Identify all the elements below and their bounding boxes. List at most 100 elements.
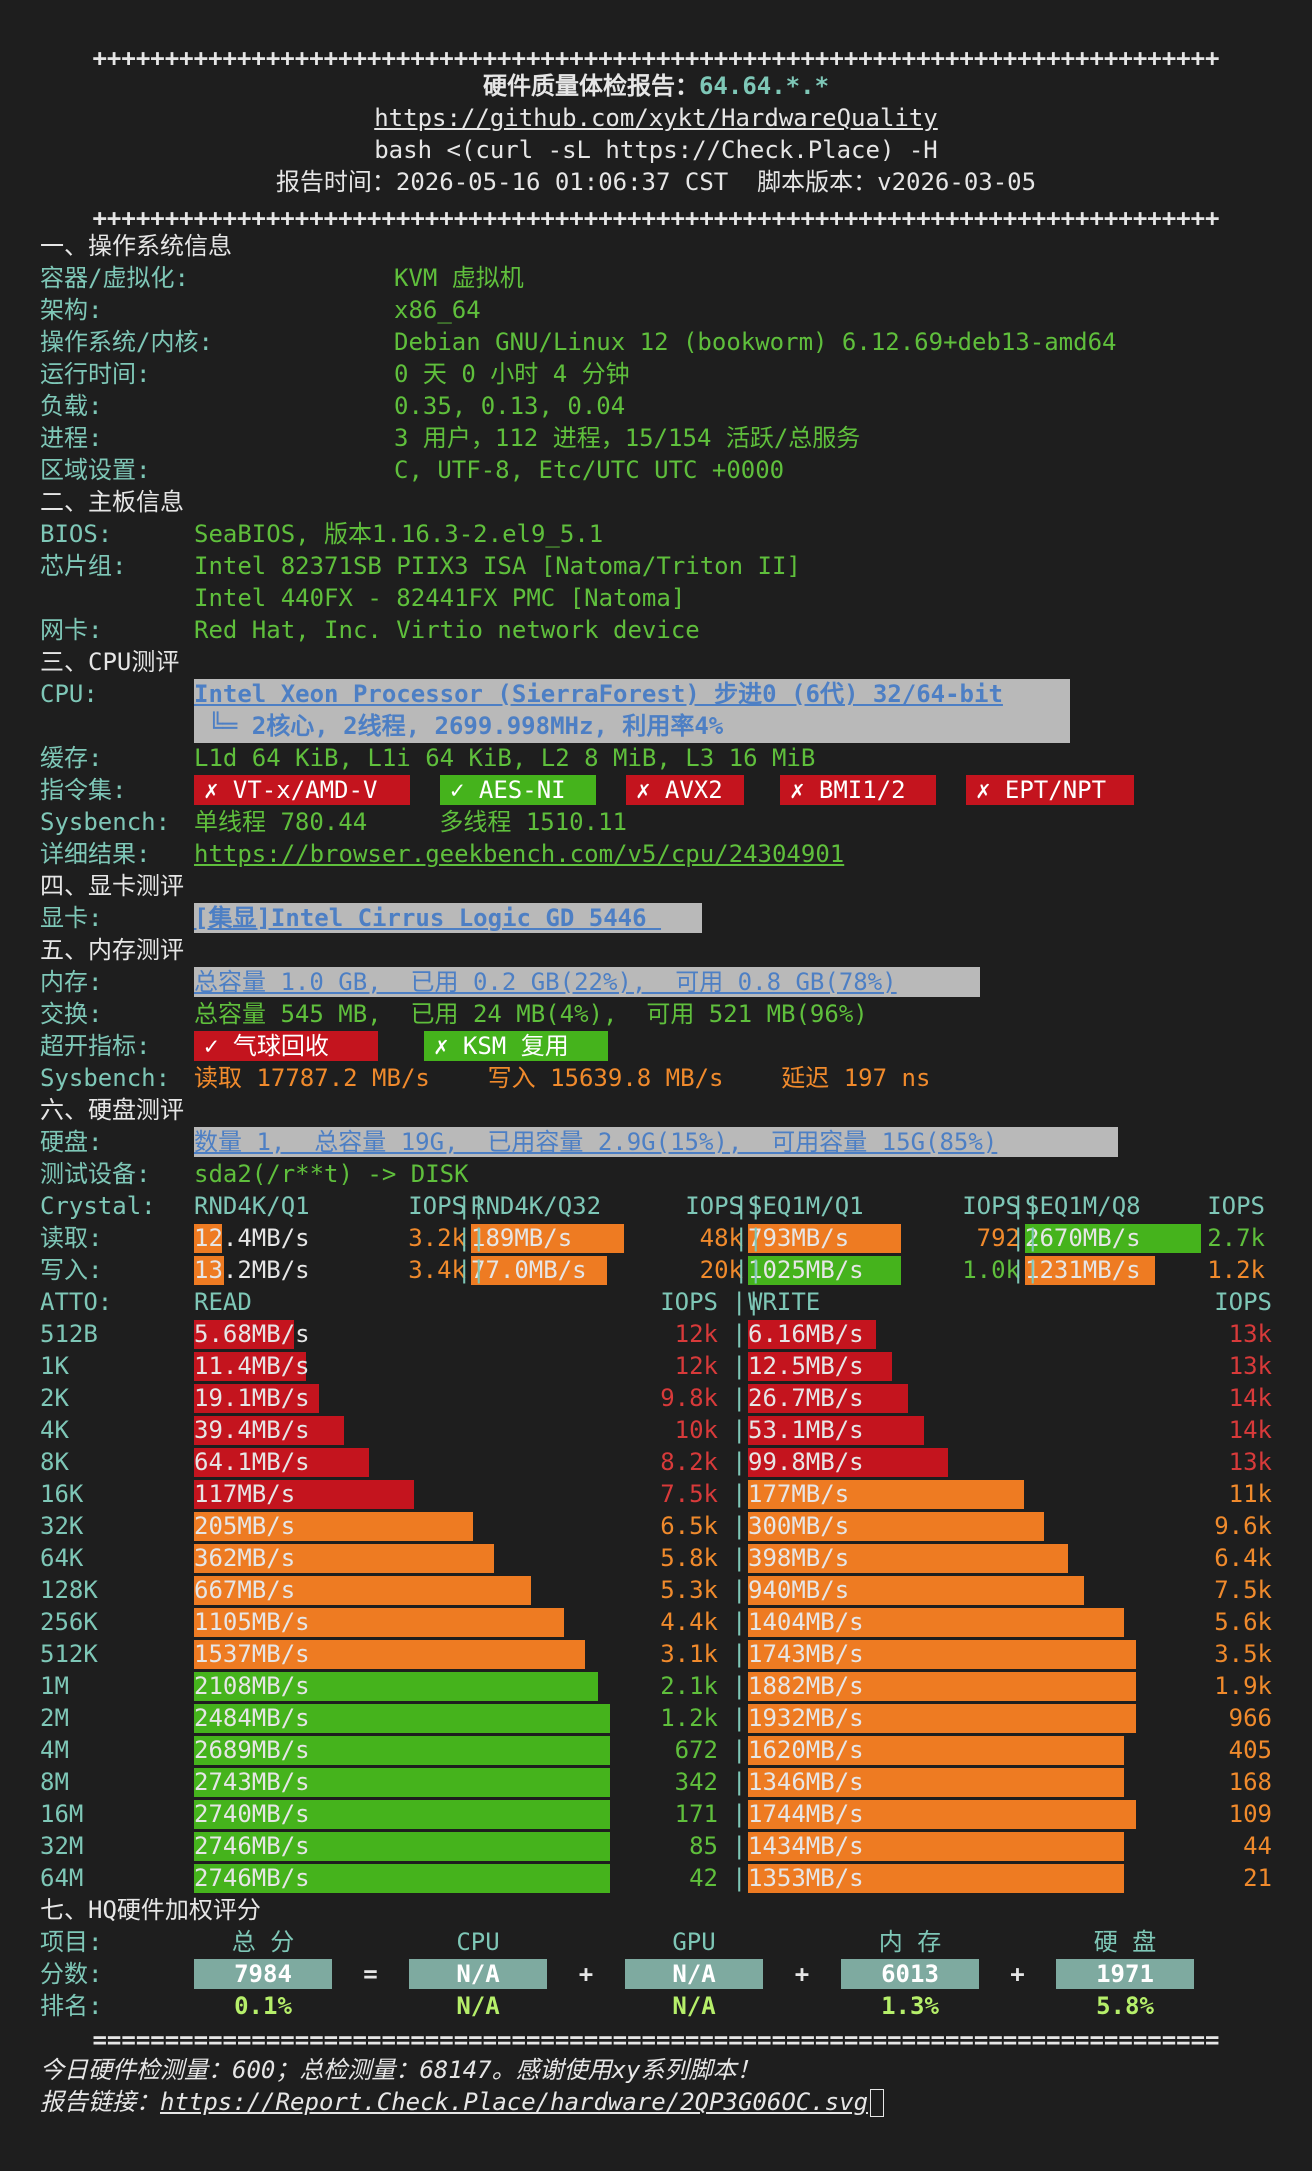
atto-write-iops: 21 <box>1243 1864 1272 1892</box>
score-operator: + <box>1010 1960 1025 1988</box>
atto-write-speed: 1882MB/s <box>748 1672 864 1700</box>
score-operator: + <box>794 1960 810 1988</box>
score-rank: 1.3% <box>881 1992 939 2020</box>
atto-size: 256K <box>40 1608 98 1636</box>
memory-sysbench-label: Sysbench: <box>40 1064 171 1092</box>
crystal-speed: 1025MB/s <box>748 1256 864 1284</box>
crystal-iops: 48k <box>699 1224 743 1252</box>
geekbench-link[interactable]: https://browser.geekbench.com/v5/cpu/243… <box>194 838 844 870</box>
atto-read-speed: 64.1MB/s <box>194 1448 310 1476</box>
report-link[interactable]: https://Report.Check.Place/hardware/2QP3… <box>160 2088 868 2116</box>
score-column-header: 内 存 <box>878 1928 942 1956</box>
crystal-row-label: 写入: <box>40 1256 103 1284</box>
crystal-col-header: RND4K/Q32 <box>471 1192 602 1220</box>
cpu-sysbench-label: Sysbench: <box>40 808 171 836</box>
atto-size: 16M <box>40 1800 84 1828</box>
isa-tag: ✗ AVX2 <box>626 775 744 805</box>
overcommit-tag: ✓ 气球回收 <box>194 1031 378 1061</box>
atto-read-speed: 11.4MB/s <box>194 1352 310 1380</box>
isa-label: 指令集: <box>40 776 127 804</box>
atto-write-iops: 44 <box>1243 1832 1272 1860</box>
atto-write-speed: 1744MB/s <box>748 1800 864 1828</box>
atto-read-iops: 1.2k <box>660 1704 718 1732</box>
report-title: 硬件质量体检报告：64.64.*.* <box>0 70 1312 102</box>
cache-value: L1d 64 KiB, L1i 64 KiB, L2 8 MiB, L3 16 … <box>194 744 816 772</box>
atto-size: 32M <box>40 1832 84 1860</box>
atto-write-speed: 53.1MB/s <box>748 1416 864 1444</box>
atto-write-speed: 1404MB/s <box>748 1608 864 1636</box>
crystal-iops-header: IOPS <box>685 1192 743 1220</box>
atto-read-speed: 117MB/s <box>194 1480 296 1508</box>
atto-read-speed: 2689MB/s <box>194 1736 310 1764</box>
column-separator: || <box>1011 1224 1040 1252</box>
footer-stats: 今日硬件检测量：600；总检测量：68147。感谢使用xy系列脚本！ <box>40 2056 761 2084</box>
atto-write-iops: 14k <box>1228 1416 1272 1444</box>
disk-label: 硬盘: <box>40 1128 103 1156</box>
atto-read-speed: 2746MB/s <box>194 1864 310 1892</box>
atto-write-iops: 13k <box>1228 1448 1272 1476</box>
test-device-value: sda2(/r**t) -> DISK <box>194 1160 469 1188</box>
repo-link[interactable]: https://github.com/xykt/HardwareQuality <box>374 104 938 132</box>
crystal-speed: 189MB/s <box>471 1224 573 1252</box>
os-info-key: 操作系统/内核: <box>40 328 213 356</box>
report-time-line: 报告时间：2026-05-16 01:06:37 CST 脚本版本：v2026-… <box>275 168 1037 196</box>
column-separator: || <box>457 1256 486 1284</box>
score-box: 7984 <box>194 1959 332 1989</box>
nic-label: 网卡: <box>40 616 103 644</box>
atto-write-iops: 168 <box>1228 1768 1272 1796</box>
report-link-line: 报告链接：https://Report.Check.Place/hardware… <box>40 2086 885 2118</box>
detail-label: 详细结果: <box>40 840 151 868</box>
crystal-speed: 13.2MB/s <box>194 1256 310 1284</box>
atto-write-speed: 1743MB/s <box>748 1640 864 1668</box>
atto-size: 64K <box>40 1544 84 1572</box>
score-column-header: CPU <box>456 1928 500 1956</box>
crystal-iops: 1.0k <box>962 1256 1020 1284</box>
atto-write-iops: 11k <box>1228 1480 1272 1508</box>
overcommit-tag: ✗ KSM 复用 <box>424 1031 608 1061</box>
crystal-col-header: RND4K/Q1 <box>194 1192 310 1220</box>
footer-rule: ========================================… <box>92 2026 1220 2054</box>
atto-size: 512B <box>40 1320 98 1348</box>
atto-write-iops: 14k <box>1228 1384 1272 1412</box>
test-device-label: 测试设备: <box>40 1160 151 1188</box>
atto-read-iops: 342 <box>674 1768 718 1796</box>
crystal-speed: 77.0MB/s <box>471 1256 587 1284</box>
atto-write-speed: 26.7MB/s <box>748 1384 864 1412</box>
score-column-header: GPU <box>672 1928 716 1956</box>
atto-read-iops: 7.5k <box>660 1480 718 1508</box>
report-ip: 64.64.*.* <box>698 72 830 100</box>
atto-write-speed: 99.8MB/s <box>748 1448 864 1476</box>
atto-write-speed: 300MB/s <box>748 1512 850 1540</box>
crystal-iops: 3.2k <box>408 1224 466 1252</box>
score-operator: = <box>363 1960 378 1988</box>
section-board-title: 二、主板信息 <box>40 488 184 516</box>
atto-read-header: READ <box>194 1288 252 1316</box>
score-box: N/A <box>625 1959 763 1989</box>
score-box: N/A <box>409 1959 547 1989</box>
isa-tag: ✗ VT-x/AMD-V <box>194 775 410 805</box>
os-info-value: 3 用户，112 进程，15/154 活跃/总服务 <box>394 424 861 452</box>
score-rank: N/A <box>456 1992 500 2020</box>
atto-size: 8K <box>40 1448 69 1476</box>
atto-write-iops: 6.4k <box>1214 1544 1272 1572</box>
atto-write-iops: 7.5k <box>1214 1576 1272 1604</box>
atto-read-speed: 2746MB/s <box>194 1832 310 1860</box>
atto-write-iops: 13k <box>1228 1352 1272 1380</box>
atto-write-speed: 1620MB/s <box>748 1736 864 1764</box>
os-info-value: Debian GNU/Linux 12 (bookworm) 6.12.69+d… <box>394 328 1117 356</box>
atto-write-iops: 1.9k <box>1214 1672 1272 1700</box>
overcommit-label: 超开指标: <box>40 1032 151 1060</box>
atto-read-speed: 2743MB/s <box>194 1768 310 1796</box>
atto-read-iops: 672 <box>674 1736 718 1764</box>
memory-value: 总容量 1.0 GB, 已用 0.2 GB(22%), 可用 0.8 GB(78… <box>194 968 897 996</box>
chipset-value-1: Intel 82371SB PIIX3 ISA [Natoma/Triton I… <box>194 552 801 580</box>
score-rank-label: 排名: <box>40 1992 103 2020</box>
memory-sysbench-value: 读取 17787.2 MB/s 写入 15639.8 MB/s 延迟 197 n… <box>194 1064 931 1092</box>
atto-read-speed: 2484MB/s <box>194 1704 310 1732</box>
score-box: 1971 <box>1056 1959 1194 1989</box>
crystal-iops: 20k <box>699 1256 743 1284</box>
column-separator: || <box>457 1224 486 1252</box>
terminal-cursor <box>870 2089 885 2117</box>
atto-read-iops: 4.4k <box>660 1608 718 1636</box>
atto-size: 2M <box>40 1704 69 1732</box>
